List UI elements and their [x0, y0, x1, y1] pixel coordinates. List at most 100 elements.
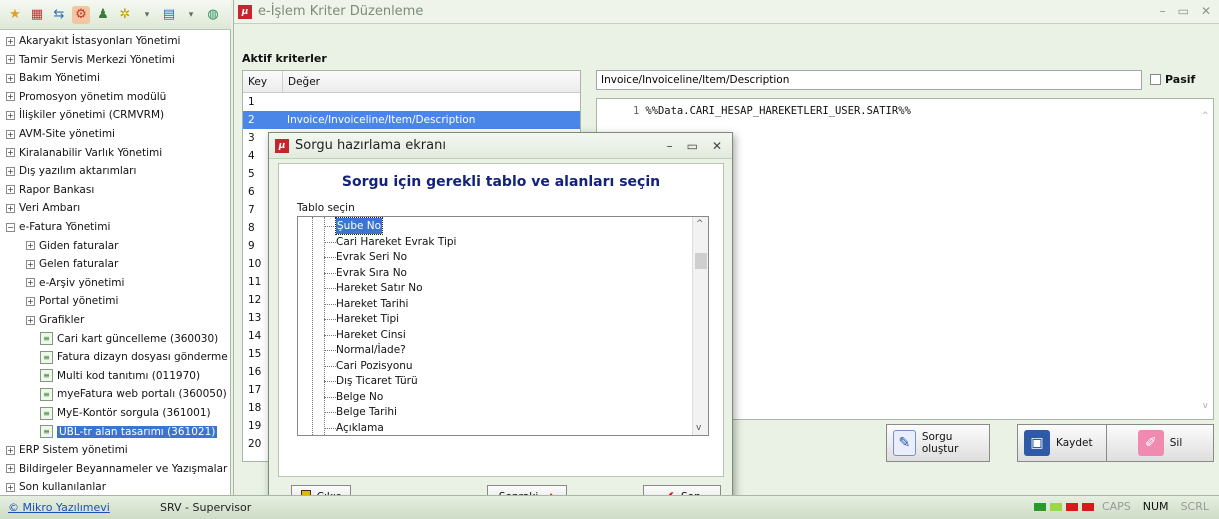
tree-item[interactable]: + Bakım Yönetimi — [6, 69, 100, 87]
minimize-icon[interactable]: – — [667, 139, 673, 153]
tree-item[interactable]: − e-Fatura Yönetimi — [6, 218, 110, 236]
list-item[interactable]: Açıklama — [336, 420, 384, 436]
collapse-icon[interactable]: − — [6, 222, 15, 232]
star-icon[interactable]: ★ — [6, 6, 24, 24]
expand-icon[interactable]: + — [6, 129, 15, 139]
tree-item[interactable]: ≡ MyE-Kontör sorgula (361001) — [40, 404, 211, 422]
list-item[interactable]: Hareket Tarihi — [336, 296, 408, 312]
dialog-body: Sorgu için gerekli tablo ve alanları seç… — [278, 163, 724, 477]
tree-item[interactable]: + Gelen faturalar — [26, 255, 118, 273]
save-button[interactable]: ▣ Kaydet — [1017, 424, 1109, 462]
expand-icon[interactable]: + — [6, 73, 15, 83]
chevron-down-icon[interactable]: ▾ — [182, 6, 200, 24]
document-icon: ≡ — [40, 425, 53, 439]
grid-icon[interactable]: ▤ — [160, 6, 178, 24]
tree-item[interactable]: + ERP Sistem yönetimi — [6, 441, 128, 459]
list-item[interactable]: Cari Hareket Evrak Tipi — [336, 234, 456, 250]
tree-item[interactable]: + Rapor Bankası — [6, 181, 94, 199]
gear-icon[interactable]: ⚙ — [72, 5, 90, 24]
create-query-button[interactable]: ✎ Sorgu oluştur — [886, 424, 990, 462]
maximize-icon[interactable]: ▭ — [1178, 4, 1189, 18]
tree-item[interactable]: ≡ myeFatura web portalı (360050) — [40, 385, 227, 403]
expand-icon[interactable]: + — [6, 110, 15, 120]
list-item[interactable]: Dış Ticaret Türü — [336, 373, 418, 389]
expand-icon[interactable]: + — [6, 482, 15, 492]
expand-icon[interactable]: + — [26, 315, 35, 325]
list-item[interactable]: Evrak Seri No — [336, 249, 407, 265]
expand-icon[interactable]: + — [26, 241, 35, 251]
expand-icon[interactable]: + — [6, 55, 15, 65]
checkbox-box[interactable] — [1150, 74, 1161, 85]
expand-icon[interactable]: + — [26, 296, 35, 306]
tree-item[interactable]: + Dış yazılım aktarımları — [6, 162, 136, 180]
tree-item[interactable]: + e-Arşiv yönetimi — [26, 274, 124, 292]
pasif-checkbox[interactable]: Pasif — [1150, 73, 1195, 86]
expand-icon[interactable]: + — [6, 36, 15, 46]
close-icon[interactable]: ✕ — [712, 139, 722, 153]
scroll-down-icon[interactable]: v — [1203, 401, 1208, 411]
tree-item[interactable]: ≡ Multi kod tanıtımı (011970) — [40, 367, 200, 385]
list-item[interactable]: Evrak Sıra No — [336, 265, 407, 281]
tree-item[interactable]: + AVM-Site yönetimi — [6, 125, 115, 143]
expand-icon[interactable]: + — [26, 278, 35, 288]
table-row[interactable]: 2 Invoice/Invoiceline/Item/Description — [243, 111, 580, 129]
column-header-value[interactable]: Değer — [283, 71, 580, 92]
tree-item[interactable]: + Tamir Servis Merkezi Yönetimi — [6, 51, 175, 69]
tree-item[interactable]: + Bildirgeler Beyannameler ve Yazışmalar — [6, 460, 227, 478]
tree-item[interactable]: ≡ Fatura dizayn dosyası gönderme (3( — [40, 348, 230, 366]
list-item[interactable]: Belge Tarihi — [336, 404, 397, 420]
expand-icon[interactable]: + — [6, 203, 15, 213]
delete-button[interactable]: ✐ Sil — [1106, 424, 1214, 462]
expand-icon[interactable]: + — [6, 148, 15, 158]
switch-icon[interactable]: ⇆ — [50, 6, 68, 24]
path-input[interactable] — [596, 70, 1142, 90]
chevron-down-icon[interactable]: ▾ — [138, 6, 156, 24]
minimize-icon[interactable]: – — [1160, 4, 1166, 18]
tree-item[interactable]: ≡ Cari kart güncelleme (360030) — [40, 330, 218, 348]
tree-item[interactable]: + Giden faturalar — [26, 237, 119, 255]
close-icon[interactable]: ✕ — [1201, 4, 1211, 18]
pasif-label: Pasif — [1165, 73, 1196, 86]
scrollbar[interactable]: ^ v — [692, 217, 708, 435]
list-item[interactable]: Şube No — [334, 217, 384, 235]
tree-item[interactable]: + Veri Ambarı — [6, 199, 80, 217]
globe-icon[interactable]: ◍ — [204, 6, 222, 24]
expand-icon[interactable]: + — [6, 166, 15, 176]
tree-item[interactable]: + Kiralanabilir Varlık Yönetimi — [6, 144, 162, 162]
table-row[interactable]: 1 — [243, 93, 580, 111]
maximize-icon[interactable]: ▭ — [687, 139, 698, 153]
list-item[interactable]: Hareket Satır No — [336, 280, 423, 296]
company-link[interactable]: © Mikro Yazılımevi — [0, 501, 150, 514]
tree-item[interactable]: + Grafikler — [26, 311, 84, 329]
scroll-up-icon[interactable]: ^ — [696, 219, 704, 229]
expand-icon[interactable]: + — [6, 185, 15, 195]
criteria-title: Aktif kriterler — [242, 52, 327, 65]
expand-icon[interactable]: + — [6, 464, 15, 474]
scroll-up-icon[interactable]: ^ — [1203, 111, 1208, 121]
expand-icon[interactable]: + — [6, 445, 15, 455]
column-header-key[interactable]: Key — [243, 71, 283, 92]
caps-indicator: CAPS — [1101, 500, 1131, 513]
list-item[interactable]: Cari Pozisyonu — [336, 358, 413, 374]
code-text: %%Data.CARI_HESAP_HAREKETLERI_USER.SATIR… — [645, 105, 911, 117]
tree-item[interactable]: + Akaryakıt İstasyonları Yönetimi — [6, 32, 180, 50]
table-header: Key Değer — [243, 71, 580, 93]
tree-item[interactable]: + Promosyon yönetim modülü — [6, 88, 166, 106]
field-tree-list[interactable]: Şube No Cari Hareket Evrak Tipi Evrak Seri… — [297, 216, 709, 436]
scrollbar-thumb[interactable] — [695, 253, 707, 269]
expand-icon[interactable]: + — [6, 92, 15, 102]
calendar-icon[interactable]: ▦ — [28, 6, 46, 24]
tree-item-label: Grafikler — [39, 314, 85, 326]
expand-icon[interactable]: + — [26, 259, 35, 269]
list-item[interactable]: Hareket Tipi — [336, 311, 399, 327]
list-item[interactable]: Hareket Cinsi — [336, 327, 406, 343]
tree-item[interactable]: + Portal yönetimi — [26, 292, 118, 310]
tree-item[interactable]: + Son kullanılanlar — [6, 478, 106, 495]
spark-icon[interactable]: ✲ — [116, 6, 134, 24]
list-item[interactable]: Normal/İade? — [336, 342, 406, 358]
tree-item[interactable]: + İlişkiler yönetimi (CRMVRM) — [6, 106, 164, 124]
user-icon[interactable]: ♟ — [94, 6, 112, 24]
tree-item[interactable]: ≡ UBL-tr alan tasarımı (361021) — [40, 423, 218, 441]
list-item[interactable]: Belge No — [336, 389, 383, 405]
scroll-down-icon[interactable]: v — [696, 423, 701, 433]
